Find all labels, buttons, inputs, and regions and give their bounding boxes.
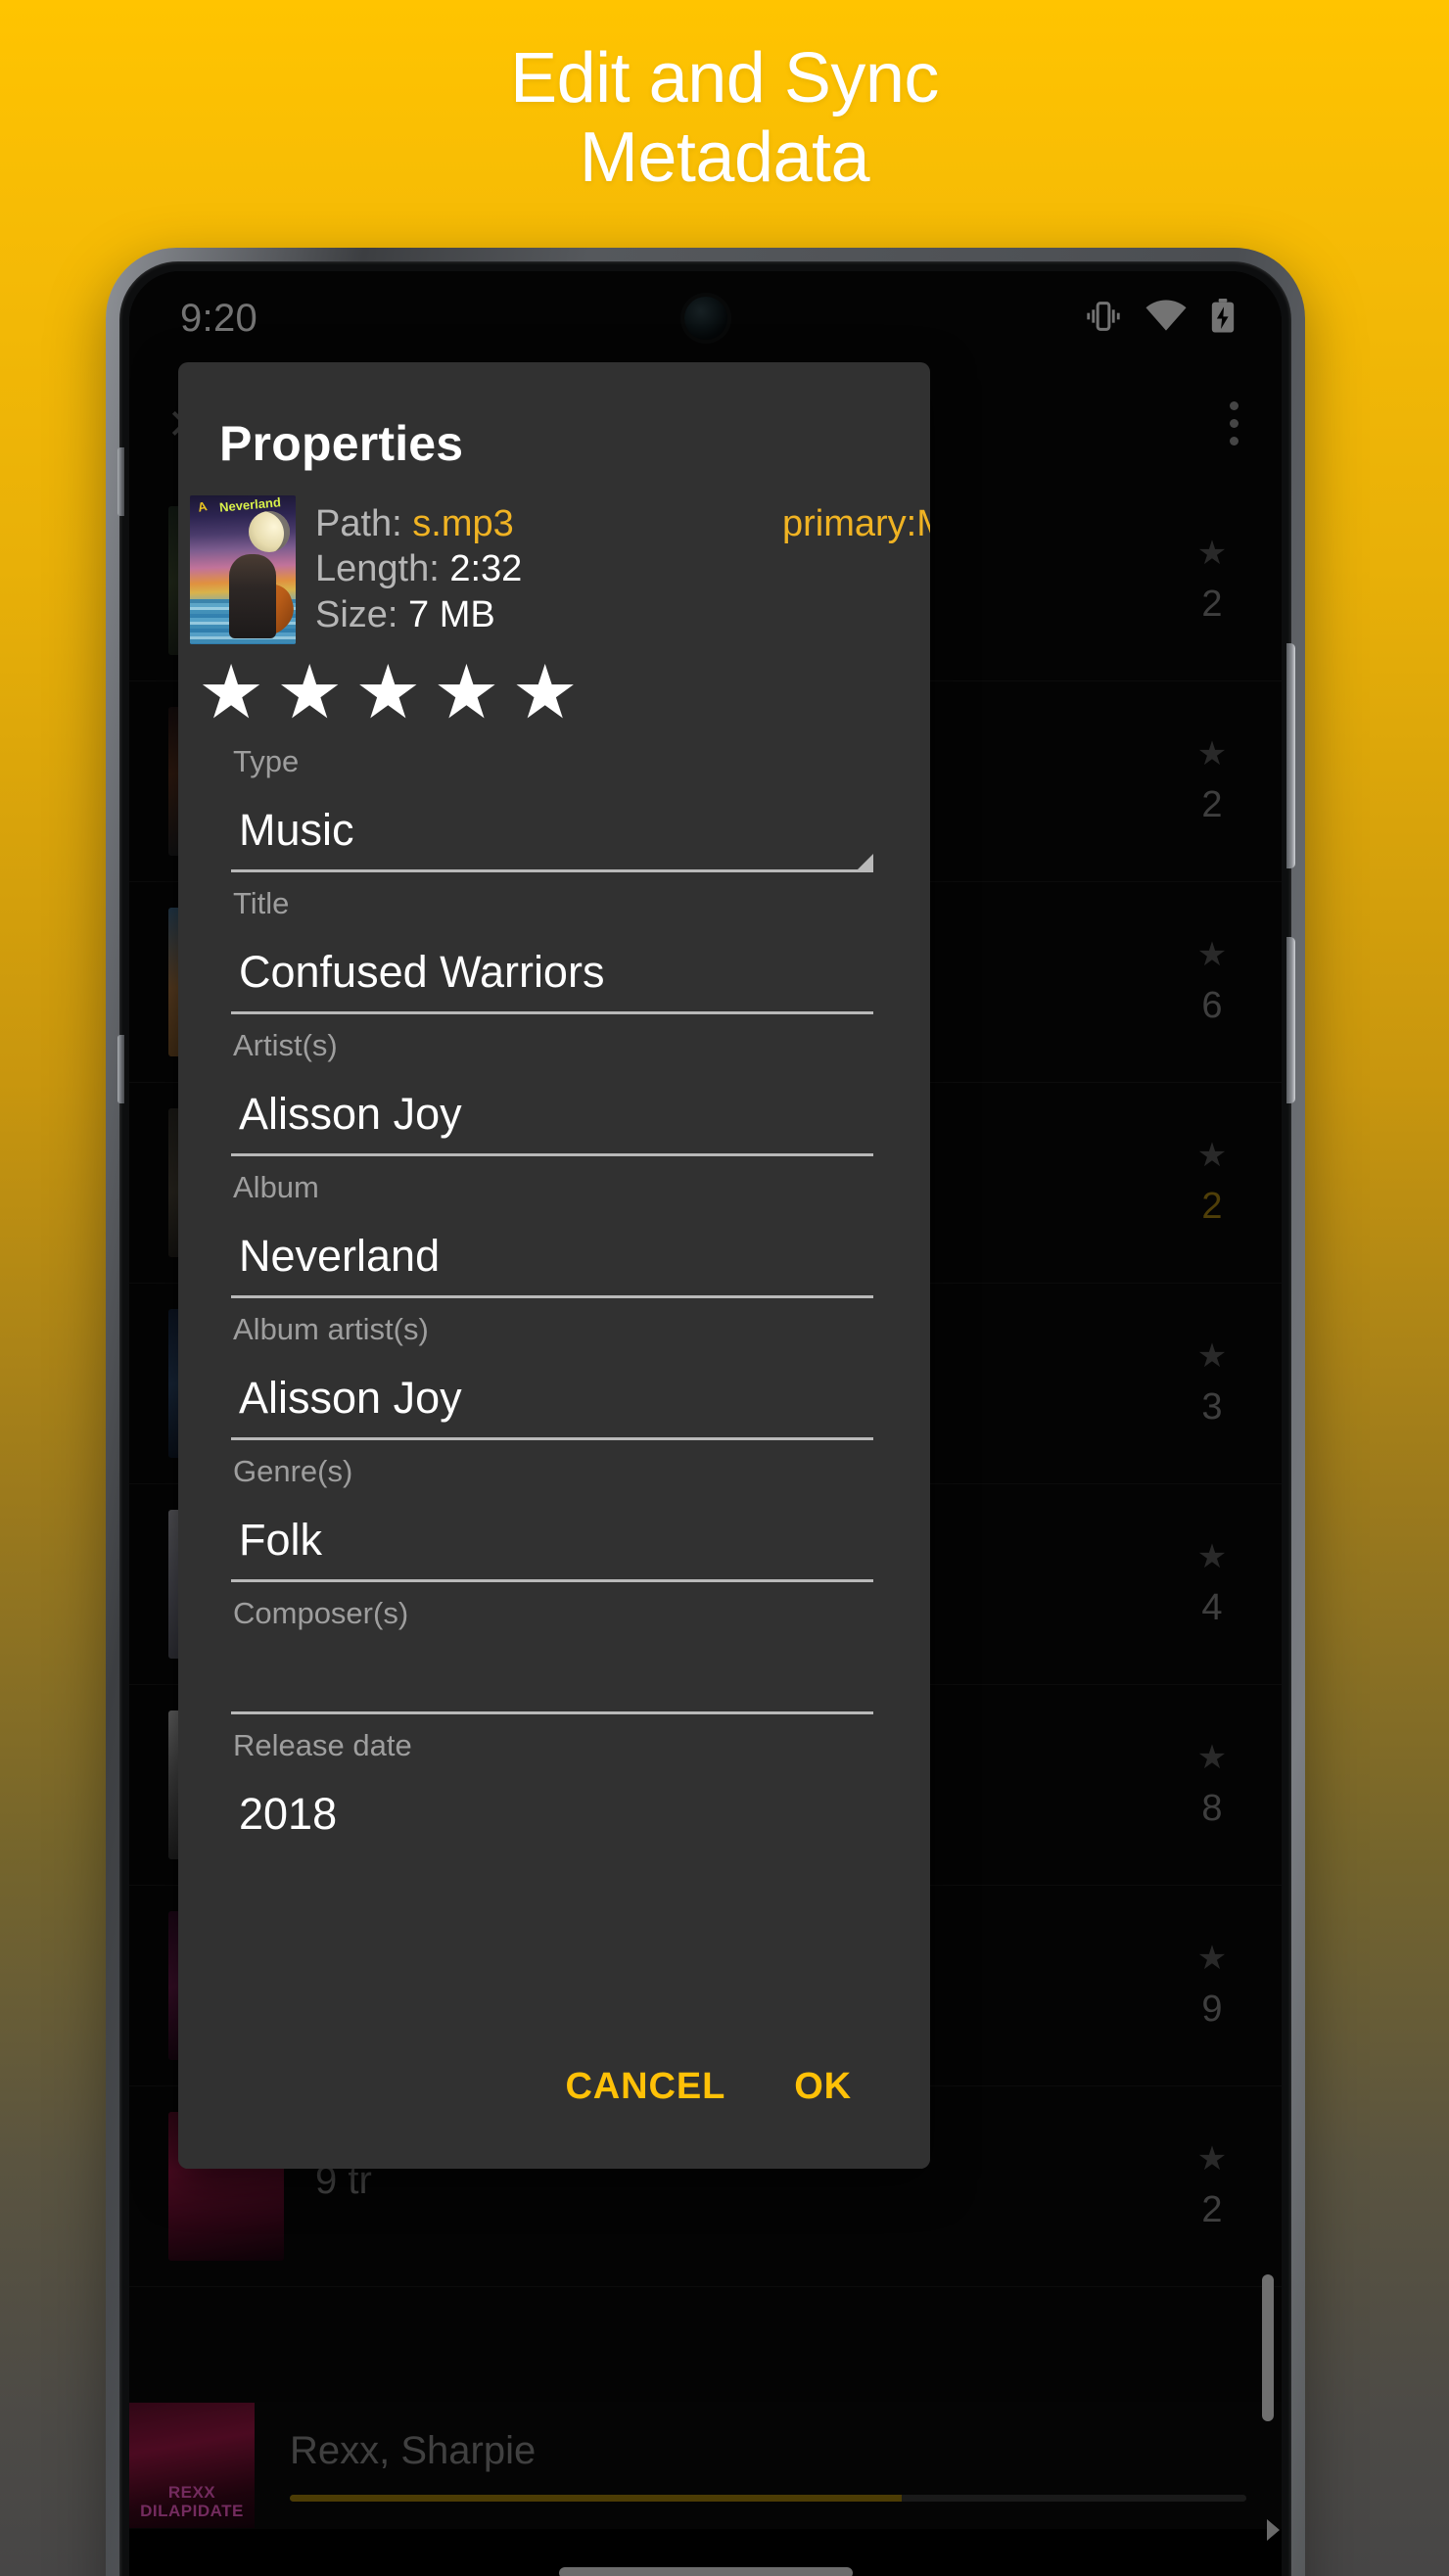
composers-input[interactable] <box>231 1631 873 1715</box>
star-icon[interactable]: ★ <box>433 655 499 729</box>
cancel-button[interactable]: CANCEL <box>539 2048 751 2126</box>
promo-line-1: Edit and Sync <box>510 39 939 117</box>
field-underline <box>231 1011 873 1015</box>
properties-dialog: Properties A Neverland Path: s.mp3 prima… <box>178 362 930 2169</box>
field-value[interactable]: 2018 <box>231 1763 873 1853</box>
star-icon[interactable]: ★ <box>198 655 264 729</box>
field-label: Release date <box>233 1728 412 1763</box>
promo-screenshot: Edit and Sync Metadata × <box>0 0 1449 2576</box>
album-input[interactable]: Neverland <box>231 1205 873 1299</box>
field-underline <box>231 869 873 873</box>
dialog-title: Properties <box>219 416 464 471</box>
field-label: Genre(s) <box>233 1454 353 1489</box>
field-value[interactable] <box>231 1631 873 1711</box>
field-genres: Genre(s) Folk <box>178 1440 930 1583</box>
ok-button[interactable]: OK <box>769 2048 877 2126</box>
phone-screen: × ★ 2 <box>129 271 1282 2576</box>
release-date-input[interactable]: 2018 <box>231 1763 873 1853</box>
field-underline <box>231 1579 873 1583</box>
power-button[interactable] <box>1286 937 1295 1103</box>
path-value: s.mp3 <box>412 503 514 544</box>
size-label: Size: <box>315 593 398 635</box>
length-value: 2:32 <box>449 548 523 590</box>
field-value[interactable]: Alisson Joy <box>231 1347 873 1437</box>
length-label: Length: <box>315 548 440 590</box>
album-artists-input[interactable]: Alisson Joy <box>231 1347 873 1441</box>
file-info-text: Path: s.mp3 primary:Mus Length: 2:32 Siz… <box>315 495 930 644</box>
dialog-body: A Neverland Path: s.mp3 primary:Mus <box>178 472 930 1853</box>
phone-bezel: × ★ 2 <box>117 261 1295 2576</box>
field-value[interactable]: Folk <box>231 1489 873 1579</box>
field-album-artists: Album artist(s) Alisson Joy <box>178 1298 930 1441</box>
star-icon[interactable]: ★ <box>276 655 343 729</box>
path-value-overflow: primary:Mus <box>781 503 930 544</box>
dialog-action-buttons: CANCEL OK <box>178 2048 930 2169</box>
field-label: Album <box>233 1170 319 1205</box>
chevron-down-icon[interactable] <box>858 854 873 870</box>
field-title: Title Confused Warriors <box>178 872 930 1015</box>
size-row: Size: 7 MB <box>315 592 930 637</box>
cover-label-a: A <box>196 498 209 515</box>
scroll-indicator-caret <box>1267 2519 1280 2541</box>
album-cover-art[interactable]: A Neverland <box>190 495 296 644</box>
list-scrollbar-thumb[interactable] <box>1262 2274 1274 2421</box>
field-label: Album artist(s) <box>233 1312 429 1347</box>
type-spinner[interactable]: Music <box>231 779 873 873</box>
title-input[interactable]: Confused Warriors <box>231 921 873 1015</box>
field-composers: Composer(s) <box>178 1582 930 1715</box>
field-artists: Artist(s) Alisson Joy <box>178 1014 930 1157</box>
field-release-date: Release date 2018 <box>178 1714 930 1853</box>
cover-moon <box>249 511 290 552</box>
field-value[interactable]: Neverland <box>231 1205 873 1295</box>
field-type: Type Music <box>178 730 930 873</box>
field-label: Composer(s) <box>233 1596 409 1631</box>
metadata-fields: Type Music Title Confused Warriors Artis… <box>178 726 930 1853</box>
field-value[interactable]: Confused Warriors <box>231 921 873 1011</box>
field-album: Album Neverland <box>178 1156 930 1299</box>
phone-device: × ★ 2 <box>106 248 1305 2576</box>
file-info-block: A Neverland Path: s.mp3 primary:Mus <box>178 472 930 644</box>
rating-stars[interactable]: ★ ★ ★ ★ ★ <box>178 644 930 729</box>
promo-headline: Edit and Sync Metadata <box>0 39 1449 197</box>
field-label: Artist(s) <box>233 1028 338 1063</box>
field-label: Type <box>233 744 300 779</box>
field-value[interactable]: Music <box>231 779 873 869</box>
left-side-button-upper[interactable] <box>117 447 124 516</box>
field-underline <box>231 1711 873 1715</box>
field-underline <box>231 1295 873 1299</box>
cover-person <box>229 554 276 638</box>
field-underline <box>231 1437 873 1441</box>
star-icon[interactable]: ★ <box>512 655 579 729</box>
path-row: Path: s.mp3 primary:Mus <box>315 501 930 546</box>
field-value[interactable]: Alisson Joy <box>231 1063 873 1153</box>
promo-line-2: Metadata <box>579 117 870 197</box>
length-row: Length: 2:32 <box>315 546 930 591</box>
left-side-button-lower[interactable] <box>117 1035 124 1103</box>
artists-input[interactable]: Alisson Joy <box>231 1063 873 1157</box>
size-value: 7 MB <box>408 593 495 635</box>
genres-input[interactable]: Folk <box>231 1489 873 1583</box>
field-underline <box>231 1153 873 1157</box>
field-label: Title <box>233 886 290 921</box>
volume-rocker-button[interactable] <box>1286 643 1295 868</box>
path-label: Path: <box>315 503 402 544</box>
star-icon[interactable]: ★ <box>354 655 421 729</box>
